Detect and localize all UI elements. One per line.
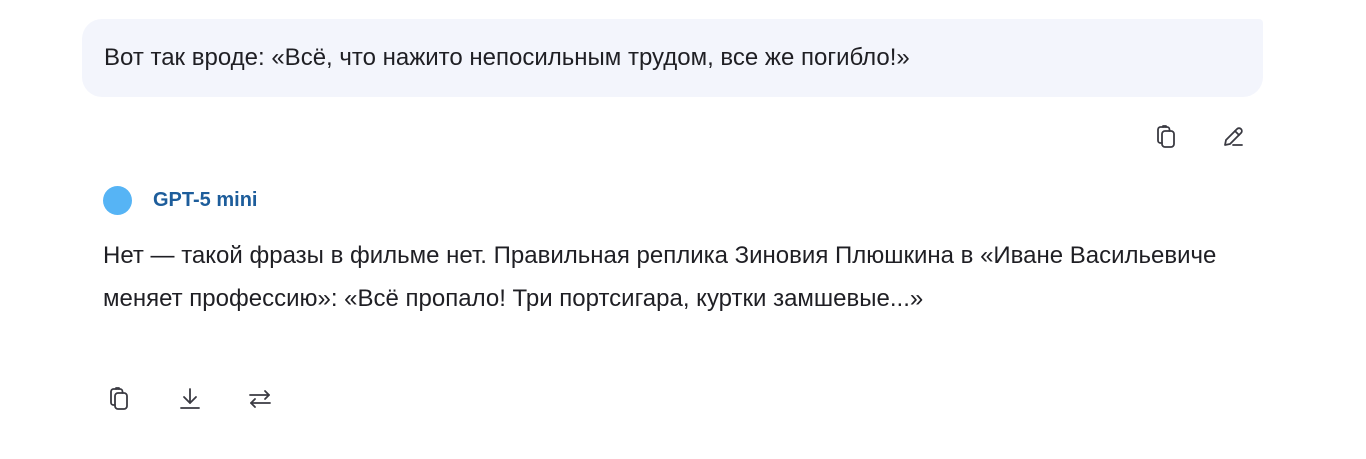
copy-response-button[interactable]	[103, 382, 137, 416]
user-message-actions	[1150, 120, 1250, 154]
copy-user-message-button[interactable]	[1150, 120, 1184, 154]
download-response-button[interactable]	[173, 382, 207, 416]
copy-icon	[110, 387, 128, 410]
model-avatar	[103, 186, 132, 215]
copy-icon	[1157, 125, 1175, 148]
assistant-response-actions	[103, 382, 277, 416]
edit-user-message-button[interactable]	[1216, 120, 1250, 154]
user-message-bubble: Вот так вроде: «Всё, что нажито непосиль…	[82, 19, 1263, 97]
model-name: GPT-5 mini	[153, 189, 258, 211]
chat-page: Вот так вроде: «Всё, что нажито непосиль…	[0, 0, 1366, 459]
user-message-text: Вот так вроде: «Всё, что нажито непосиль…	[104, 44, 910, 71]
regenerate-icon	[249, 390, 271, 408]
regenerate-response-button[interactable]	[243, 382, 277, 416]
assistant-header: GPT-5 mini	[103, 186, 257, 215]
pencil-icon	[1224, 127, 1243, 146]
assistant-response-text: Нет — такой фразы в фильме нет. Правильн…	[103, 242, 1217, 312]
download-icon	[180, 388, 200, 409]
